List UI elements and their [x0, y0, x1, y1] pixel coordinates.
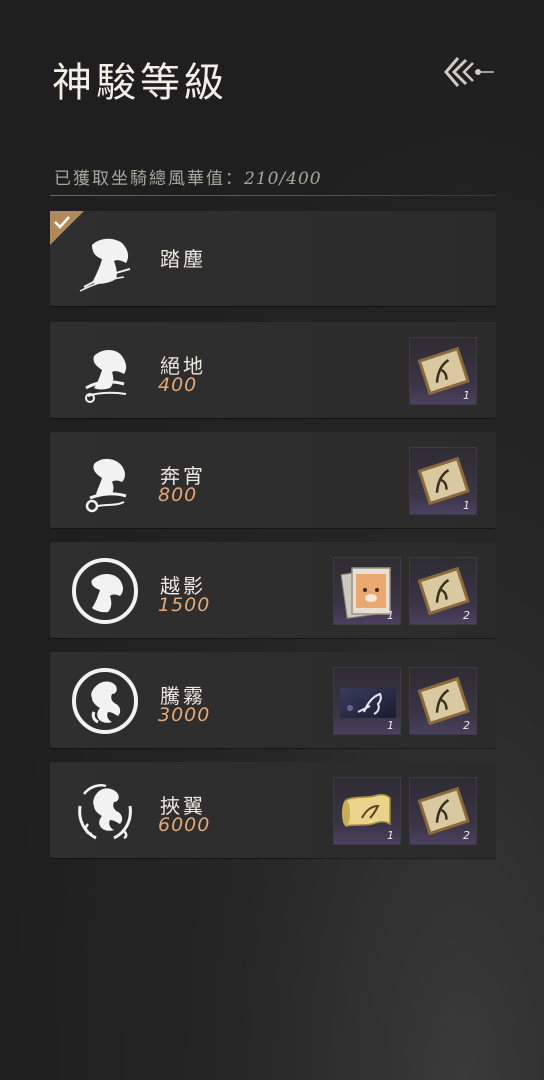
reward-slot[interactable]: 1	[333, 777, 401, 845]
reward-slot[interactable]: 2	[409, 667, 477, 735]
level-requirement: 1500	[158, 594, 211, 616]
reward-count: 2	[463, 609, 470, 622]
horse-emblem-icon	[79, 238, 131, 292]
level-row-xieyi[interactable]: 挾翼 6000 1 2	[50, 762, 496, 858]
reward-count: 2	[463, 829, 470, 842]
reward-slot[interactable]: 2	[409, 557, 477, 625]
reward-count: 1	[463, 499, 470, 512]
level-row-juedi[interactable]: 絕地 400 1	[50, 322, 496, 418]
reward-count: 2	[463, 719, 470, 732]
rearing-horse-circle-emblem-icon	[72, 668, 138, 734]
level-name: 踏塵	[160, 247, 206, 271]
horse-emblem-icon	[85, 350, 127, 403]
back-arrow-icon	[444, 57, 494, 87]
level-requirement: 800	[158, 484, 198, 506]
horse-circle-emblem-icon	[72, 558, 138, 624]
level-requirement: 6000	[158, 814, 211, 836]
reward-slot[interactable]: 1	[333, 557, 401, 625]
winged-horse-emblem-icon	[78, 784, 132, 840]
divider	[50, 195, 495, 196]
level-row-tachen[interactable]: 踏塵	[50, 211, 496, 306]
progress-value: 210/400	[244, 169, 322, 189]
reward-slot[interactable]: 1	[333, 667, 401, 735]
level-requirement: 400	[158, 374, 198, 396]
total-value-progress: 已獲取坐騎總風華值：210/400	[54, 164, 322, 189]
reward-count: 1	[387, 829, 394, 842]
reward-slot[interactable]: 1	[409, 447, 477, 515]
reward-count: 1	[463, 389, 470, 402]
level-requirement: 3000	[158, 704, 211, 726]
horse-emblem-icon	[85, 458, 127, 513]
level-row-benxiao[interactable]: 奔宵 800 1	[50, 432, 496, 528]
progress-label-text: 已獲取坐騎總風華值：	[54, 169, 244, 189]
reward-slot[interactable]: 1	[409, 337, 477, 405]
level-row-yueying[interactable]: 越影 1500 1 2	[50, 542, 496, 638]
level-row-tengwu[interactable]: 騰霧 3000 1 2	[50, 652, 496, 748]
reward-count: 1	[387, 609, 394, 622]
level-list: 踏塵 絕地 400 1 奔宵 800 1 越影 1500 1 2 騰霧 3000…	[50, 211, 496, 872]
reward-count: 1	[387, 719, 394, 732]
page-title: 神駿等級	[52, 60, 228, 106]
reward-slot[interactable]: 2	[409, 777, 477, 845]
back-button[interactable]	[440, 52, 496, 92]
